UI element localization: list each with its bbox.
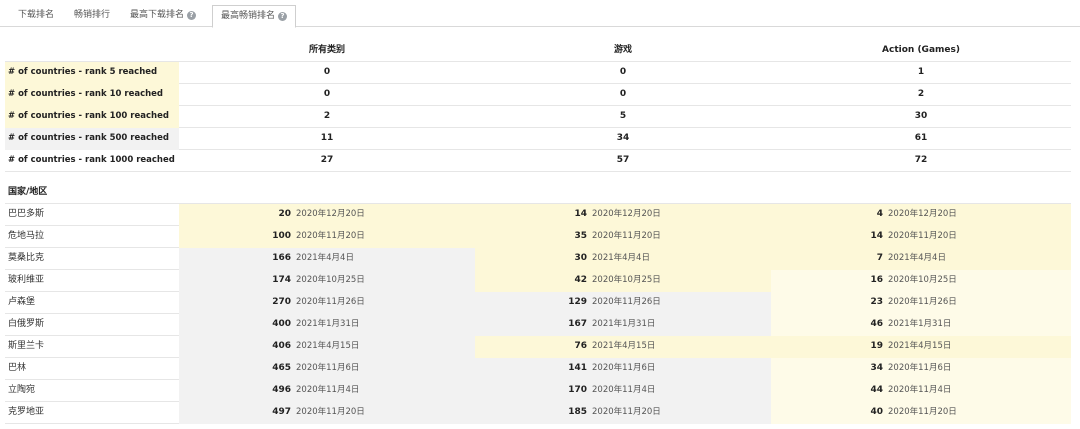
summary-value: 0 bbox=[323, 89, 331, 99]
summary-row: # of countries - rank 500 reached 11 34 … bbox=[5, 128, 1071, 150]
rank-cell: 14 2020年12月20日 bbox=[475, 204, 771, 226]
section-label: 国家/地区 bbox=[8, 187, 48, 197]
rank-cell: 46 2021年1月31日 bbox=[771, 314, 1071, 336]
rank-cell: 19 2021年4月15日 bbox=[771, 336, 1071, 358]
summary-label: # of countries - rank 1000 reached bbox=[8, 155, 175, 165]
country-name: 卢森堡 bbox=[8, 297, 36, 307]
summary-row: # of countries - rank 10 reached 0 0 2 bbox=[5, 84, 1071, 106]
country-name: 巴林 bbox=[8, 363, 27, 373]
rank-cell: 166 2021年4月4日 bbox=[179, 248, 475, 270]
country-section-header: 国家/地区 bbox=[5, 182, 1071, 204]
rank-cell: 14 2020年11月20日 bbox=[771, 226, 1071, 248]
country-name: 玻利维亚 bbox=[8, 275, 45, 285]
summary-value: 27 bbox=[320, 155, 334, 165]
summary-value: 57 bbox=[616, 155, 630, 165]
summary-value: 1 bbox=[917, 67, 925, 77]
help-icon[interactable]: ? bbox=[187, 11, 197, 20]
rank-cell: 34 2020年11月6日 bbox=[771, 358, 1071, 380]
rank-cell: 170 2020年11月4日 bbox=[475, 380, 771, 402]
table-row: 巴巴多斯 20 2020年12月20日 14 2020年12月20日 4 2020年1… bbox=[5, 204, 1071, 226]
rank-cell: 129 2020年11月26日 bbox=[475, 292, 771, 314]
summary-value: 2 bbox=[323, 111, 331, 121]
summary-value: 11 bbox=[320, 133, 334, 143]
table-row: 巴林 465 2020年11月6日 141 2020年11月6日 34 2020年11… bbox=[5, 358, 1071, 380]
rank-cell: 167 2021年1月31日 bbox=[475, 314, 771, 336]
summary-label: # of countries - rank 500 reached bbox=[5, 128, 179, 150]
rank-cell: 496 2020年11月4日 bbox=[179, 380, 475, 402]
country-name: 克罗地亚 bbox=[8, 407, 45, 417]
tab-top-downloads-rank[interactable]: 最高下载排名? bbox=[122, 5, 204, 27]
summary-value: 30 bbox=[914, 111, 928, 121]
rank-cell: 100 2020年11月20日 bbox=[179, 226, 475, 248]
country-name: 巴巴多斯 bbox=[8, 209, 45, 219]
rank-cell: 4 2020年12月20日 bbox=[771, 204, 1071, 226]
rank-cell: 270 2020年11月26日 bbox=[179, 292, 475, 314]
table-row: 克罗地亚 497 2020年11月20日 185 2020年11月20日 40 202… bbox=[5, 402, 1071, 424]
help-icon[interactable]: ? bbox=[278, 12, 288, 21]
country-name: 白俄罗斯 bbox=[8, 319, 45, 329]
country-name: 立陶宛 bbox=[8, 385, 36, 395]
rank-cell: 20 2020年12月20日 bbox=[179, 204, 475, 226]
table-row: 玻利维亚 174 2020年10月25日 42 2020年10月25日 16 2020… bbox=[5, 270, 1071, 292]
country-name: 莫桑比克 bbox=[8, 253, 45, 263]
summary-label: # of countries - rank 10 reached bbox=[5, 84, 179, 106]
tab-downloads-rank[interactable]: 下载排名 bbox=[10, 5, 62, 27]
summary-value: 2 bbox=[917, 89, 925, 99]
table-row: 莫桑比克 166 2021年4月4日 30 2021年4月4日 7 2021年4月4日 bbox=[5, 248, 1071, 270]
rank-cell: 40 2020年11月20日 bbox=[771, 402, 1071, 424]
summary-value: 61 bbox=[914, 133, 928, 143]
rank-cell: 35 2020年11月20日 bbox=[475, 226, 771, 248]
tab-bar: 下载排名 畅销排行 最高下载排名? 最高畅销排名? bbox=[0, 0, 1080, 28]
column-header-games: 游戏 bbox=[613, 45, 632, 55]
table-row: 斯里兰卡 406 2021年4月15日 76 2021年4月15日 19 2021年4… bbox=[5, 336, 1071, 358]
rank-cell: 76 2021年4月15日 bbox=[475, 336, 771, 358]
rank-cell: 44 2020年11月4日 bbox=[771, 380, 1071, 402]
header-blank bbox=[5, 40, 179, 62]
summary-row: # of countries - rank 100 reached 2 5 30 bbox=[5, 106, 1071, 128]
summary-row: # of countries - rank 1000 reached 27 57… bbox=[5, 150, 1071, 172]
tab-label: 下载排名 bbox=[18, 10, 55, 20]
tab-label: 最高畅销排名 bbox=[221, 11, 276, 21]
tab-top-grossing-rank[interactable]: 最高畅销排名? bbox=[212, 5, 297, 28]
rank-cell: 42 2020年10月25日 bbox=[475, 270, 771, 292]
table-row: 白俄罗斯 400 2021年1月31日 167 2021年1月31日 46 2021年… bbox=[5, 314, 1071, 336]
table-row: 卢森堡 270 2020年11月26日 129 2020年11月26日 23 2020… bbox=[5, 292, 1071, 314]
summary-row: # of countries - rank 5 reached 0 0 1 bbox=[5, 62, 1071, 84]
summary-label: # of countries - rank 5 reached bbox=[5, 62, 179, 84]
rank-cell: 141 2020年11月6日 bbox=[475, 358, 771, 380]
summary-value: 5 bbox=[619, 111, 627, 121]
rank-cell: 174 2020年10月25日 bbox=[179, 270, 475, 292]
table-header: 所有类别 游戏 Action (Games) bbox=[5, 40, 1071, 62]
rank-cell: 16 2020年10月25日 bbox=[771, 270, 1071, 292]
summary-label: # of countries - rank 100 reached bbox=[5, 106, 179, 128]
tab-grossing-rank[interactable]: 畅销排行 bbox=[66, 5, 118, 27]
country-name: 危地马拉 bbox=[8, 231, 45, 241]
column-header-action-games: Action (Games) bbox=[882, 45, 960, 55]
summary-value: 0 bbox=[619, 67, 627, 77]
country-name: 斯里兰卡 bbox=[8, 341, 45, 351]
table-row: 危地马拉 100 2020年11月20日 35 2020年11月20日 14 2020… bbox=[5, 226, 1071, 248]
rank-cell: 30 2021年4月4日 bbox=[475, 248, 771, 270]
rank-cell: 7 2021年4月4日 bbox=[771, 248, 1071, 270]
summary-value: 72 bbox=[914, 155, 928, 165]
rank-cell: 400 2021年1月31日 bbox=[179, 314, 475, 336]
summary-value: 0 bbox=[619, 89, 627, 99]
summary-value: 34 bbox=[616, 133, 630, 143]
tab-label: 畅销排行 bbox=[74, 10, 111, 20]
rank-cell: 185 2020年11月20日 bbox=[475, 402, 771, 424]
rank-cell: 497 2020年11月20日 bbox=[179, 402, 475, 424]
tab-label: 最高下载排名 bbox=[130, 10, 185, 20]
rank-cell: 406 2021年4月15日 bbox=[179, 336, 475, 358]
table-row: 立陶宛 496 2020年11月4日 170 2020年11月4日 44 2020年1… bbox=[5, 380, 1071, 402]
rank-cell: 465 2020年11月6日 bbox=[179, 358, 475, 380]
column-header-all-categories: 所有类别 bbox=[308, 45, 345, 55]
summary-value: 0 bbox=[323, 67, 331, 77]
rank-cell: 23 2020年11月26日 bbox=[771, 292, 1071, 314]
